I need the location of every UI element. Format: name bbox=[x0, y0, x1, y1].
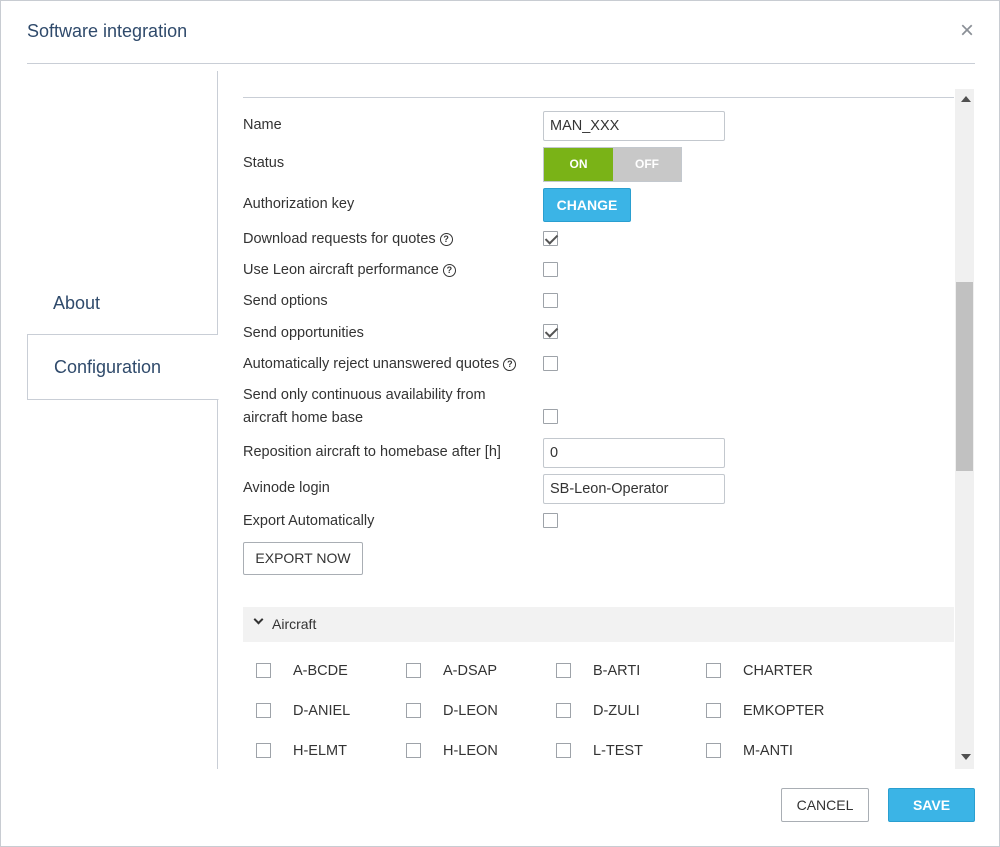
avinode-login-input[interactable] bbox=[543, 474, 725, 504]
aircraft-checkbox[interactable] bbox=[556, 743, 571, 758]
aircraft-section-header[interactable]: Aircraft bbox=[243, 607, 954, 642]
auto-reject-checkbox[interactable] bbox=[543, 356, 558, 371]
reposition-hours-input[interactable] bbox=[543, 438, 725, 468]
aircraft-label: D-LEON bbox=[443, 703, 498, 719]
download-requests-checkbox[interactable] bbox=[543, 231, 558, 246]
export-now-button[interactable]: EXPORT NOW bbox=[243, 542, 363, 575]
aircraft-label: M-ANTI bbox=[743, 743, 793, 759]
aircraft-label: A-BCDE bbox=[293, 663, 348, 679]
export-automatically-checkbox[interactable] bbox=[543, 513, 558, 528]
aircraft-checkbox[interactable] bbox=[256, 663, 271, 678]
aircraft-label: H-LEON bbox=[443, 743, 498, 759]
export-automatically-label: Export Automatically bbox=[243, 513, 375, 529]
help-icon[interactable]: ? bbox=[439, 233, 453, 246]
content-divider bbox=[243, 97, 954, 98]
send-opportunities-checkbox[interactable] bbox=[543, 324, 558, 339]
sidebar-item-configuration[interactable]: Configuration bbox=[27, 335, 219, 400]
aircraft-checkbox[interactable] bbox=[556, 663, 571, 678]
send-options-checkbox[interactable] bbox=[543, 293, 558, 308]
download-requests-text: Download requests for quotes bbox=[243, 231, 436, 247]
name-label: Name bbox=[243, 117, 282, 133]
configuration-panel: Name Status ON OFF Authorization key CHA… bbox=[219, 71, 954, 769]
scrollbar-thumb[interactable] bbox=[956, 282, 973, 471]
help-icon[interactable]: ? bbox=[503, 358, 517, 371]
aircraft-label: L-TEST bbox=[593, 743, 643, 759]
aircraft-label: H-ELMT bbox=[293, 743, 347, 759]
status-off-option[interactable]: OFF bbox=[613, 148, 681, 181]
aircraft-label: CHARTER bbox=[743, 663, 813, 679]
aircraft-checkbox[interactable] bbox=[406, 743, 421, 758]
use-leon-performance-label: Use Leon aircraft performance? bbox=[243, 259, 456, 282]
aircraft-label: B-ARTI bbox=[593, 663, 641, 679]
aircraft-checkbox[interactable] bbox=[706, 703, 721, 718]
avinode-login-label: Avinode login bbox=[243, 480, 330, 496]
name-input[interactable] bbox=[543, 111, 725, 141]
aircraft-label: A-DSAP bbox=[443, 663, 497, 679]
aircraft-checkbox[interactable] bbox=[406, 663, 421, 678]
dialog-title: Software integration bbox=[27, 21, 188, 41]
aircraft-label: D-ZULI bbox=[593, 703, 640, 719]
aircraft-checkbox[interactable] bbox=[406, 703, 421, 718]
close-icon[interactable]: × bbox=[956, 19, 978, 43]
title-divider bbox=[27, 63, 975, 64]
help-icon[interactable]: ? bbox=[442, 264, 456, 277]
continuous-availability-label-line2: aircraft home base bbox=[243, 410, 364, 426]
scroll-down-arrow-icon[interactable] bbox=[961, 754, 971, 760]
chevron-down-icon bbox=[253, 614, 264, 625]
save-button[interactable]: SAVE bbox=[888, 788, 975, 822]
change-authorization-key-button[interactable]: CHANGE bbox=[543, 188, 631, 222]
sidebar-item-about[interactable]: About bbox=[27, 271, 218, 335]
status-toggle[interactable]: ON OFF bbox=[543, 147, 682, 182]
aircraft-checkbox[interactable] bbox=[706, 663, 721, 678]
use-leon-performance-checkbox[interactable] bbox=[543, 262, 558, 277]
aircraft-label: EMKOPTER bbox=[743, 703, 825, 719]
aircraft-label: D-ANIEL bbox=[293, 703, 351, 719]
authorization-key-label: Authorization key bbox=[243, 196, 355, 212]
auto-reject-text: Automatically reject unanswered quotes bbox=[243, 356, 500, 372]
auto-reject-label: Automatically reject unanswered quotes? bbox=[243, 353, 517, 376]
send-opportunities-label: Send opportunities bbox=[243, 325, 364, 341]
continuous-availability-label-line1: Send only continuous availability from bbox=[243, 387, 486, 403]
cancel-button[interactable]: CANCEL bbox=[781, 788, 869, 822]
status-on-option[interactable]: ON bbox=[544, 148, 613, 181]
reposition-label: Reposition aircraft to homebase after [h… bbox=[243, 444, 501, 460]
aircraft-checkbox[interactable] bbox=[556, 703, 571, 718]
aircraft-checkbox[interactable] bbox=[256, 743, 271, 758]
aircraft-checkbox[interactable] bbox=[256, 703, 271, 718]
use-leon-performance-text: Use Leon aircraft performance bbox=[243, 262, 439, 278]
sidebar: About Configuration bbox=[27, 71, 219, 769]
send-options-label: Send options bbox=[243, 293, 328, 309]
scroll-up-arrow-icon[interactable] bbox=[961, 96, 971, 102]
aircraft-section-title: Aircraft bbox=[272, 616, 317, 632]
continuous-availability-checkbox[interactable] bbox=[543, 409, 558, 424]
download-requests-label: Download requests for quotes? bbox=[243, 228, 453, 251]
status-label: Status bbox=[243, 155, 285, 171]
software-integration-dialog: Software integration × About Configurati… bbox=[0, 0, 1000, 847]
aircraft-checkbox[interactable] bbox=[706, 743, 721, 758]
